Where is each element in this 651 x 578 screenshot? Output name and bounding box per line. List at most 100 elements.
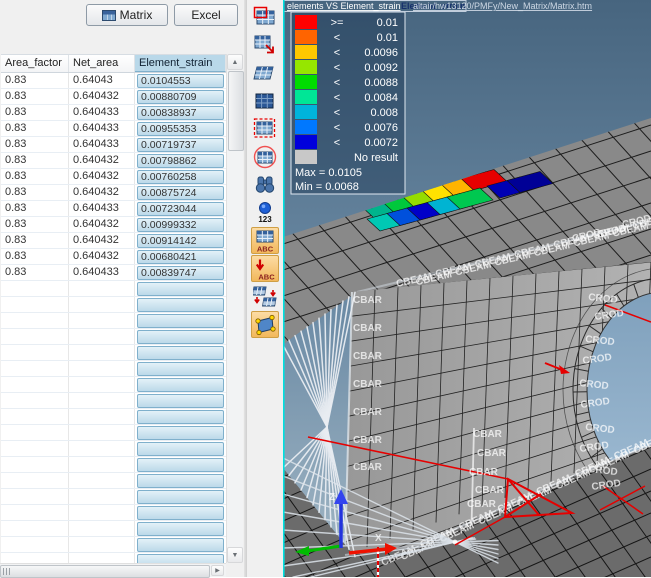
element-strain-field[interactable] bbox=[137, 298, 224, 312]
table-row[interactable]: 0.830.6404320.00880709 bbox=[1, 89, 226, 105]
vertical-scroll-thumb[interactable] bbox=[228, 71, 244, 151]
table-row[interactable] bbox=[1, 409, 226, 425]
element-strain-field[interactable]: 0.00914142 bbox=[137, 234, 224, 248]
table-row[interactable] bbox=[1, 313, 226, 329]
matrix-toolbar: 123ABCABC bbox=[248, 0, 283, 577]
element-strain-field[interactable]: 0.00719737 bbox=[137, 138, 224, 152]
table-row[interactable]: 0.830.6404320.00875724 bbox=[1, 185, 226, 201]
horizontal-scrollbar[interactable]: ▶ bbox=[0, 563, 226, 577]
element-strain-field[interactable] bbox=[137, 474, 224, 488]
element-strain-field[interactable] bbox=[137, 410, 224, 424]
matrix-table-icon bbox=[102, 10, 116, 21]
table-row[interactable]: 0.830.6404330.00955353 bbox=[1, 121, 226, 137]
3d-viewport[interactable]: CBEAMCBEAMCBEAMCBEAMCBEAMCBEAMCBEAMCBEAM… bbox=[283, 0, 651, 577]
toolbar-quad-element[interactable] bbox=[251, 311, 279, 338]
scroll-grip-icon bbox=[3, 568, 12, 575]
element-strain-field[interactable]: 0.0104553 bbox=[137, 74, 224, 88]
svg-text:CBAR: CBAR bbox=[353, 379, 383, 390]
table-row[interactable] bbox=[1, 297, 226, 313]
toolbar-find[interactable] bbox=[251, 171, 279, 198]
table-row[interactable]: 0.830.6404330.00839747 bbox=[1, 265, 226, 281]
net-area-cell: 0.640433 bbox=[69, 137, 135, 152]
element-strain-field[interactable]: 0.00838937 bbox=[137, 106, 224, 120]
table-row[interactable] bbox=[1, 345, 226, 361]
toolbar-matrix-export[interactable] bbox=[251, 31, 279, 58]
table-row[interactable]: 0.830.6404320.00999332 bbox=[1, 217, 226, 233]
table-row[interactable] bbox=[1, 441, 226, 457]
element-strain-field[interactable] bbox=[137, 426, 224, 440]
element-strain-field[interactable] bbox=[137, 282, 224, 296]
table-row[interactable] bbox=[1, 521, 226, 537]
element-strain-field[interactable]: 0.00880709 bbox=[137, 90, 224, 104]
table-row[interactable]: 0.830.6404320.00798862 bbox=[1, 153, 226, 169]
area-factor-cell bbox=[1, 521, 69, 536]
table-row[interactable] bbox=[1, 361, 226, 377]
column-header-net-area[interactable]: Net_area bbox=[69, 55, 135, 72]
table-row[interactable] bbox=[1, 281, 226, 297]
element-strain-field[interactable] bbox=[137, 442, 224, 456]
net-area-cell: 0.640433 bbox=[69, 201, 135, 216]
matrix-button-label: Matrix bbox=[120, 8, 153, 22]
toolbar-matrix-sync[interactable] bbox=[251, 283, 279, 310]
results-table: Area_factor Net_area Element_strain 0.83… bbox=[1, 54, 226, 564]
table-header: Area_factor Net_area Element_strain bbox=[1, 55, 226, 73]
element-strain-field[interactable] bbox=[137, 506, 224, 520]
scroll-right-icon[interactable]: ▶ bbox=[211, 565, 224, 576]
toolbar-matrix-locate[interactable] bbox=[251, 143, 279, 170]
area-factor-cell: 0.83 bbox=[1, 249, 69, 264]
toolbar-show-numbers[interactable]: 123 bbox=[251, 199, 279, 226]
element-strain-field[interactable] bbox=[137, 346, 224, 360]
toolbar-matrix-region[interactable] bbox=[251, 115, 279, 142]
toolbar-matrix-select[interactable] bbox=[251, 3, 279, 30]
toolbar-matrix-solid[interactable] bbox=[251, 87, 279, 114]
table-row[interactable] bbox=[1, 425, 226, 441]
table-row[interactable] bbox=[1, 377, 226, 393]
table-row[interactable] bbox=[1, 473, 226, 489]
element-strain-field[interactable]: 0.00999332 bbox=[137, 218, 224, 232]
element-strain-field[interactable] bbox=[137, 538, 224, 552]
scroll-down-icon[interactable]: ▼ bbox=[227, 547, 243, 563]
element-strain-field[interactable]: 0.00798862 bbox=[137, 154, 224, 168]
table-row[interactable]: 0.830.6404320.00760258 bbox=[1, 169, 226, 185]
table-row[interactable] bbox=[1, 489, 226, 505]
element-strain-field[interactable] bbox=[137, 362, 224, 376]
element-strain-field[interactable] bbox=[137, 378, 224, 392]
table-row[interactable]: 0.830.6404320.00680421 bbox=[1, 249, 226, 265]
vertical-scrollbar[interactable]: ▲ ▼ bbox=[226, 54, 243, 563]
panel-splitter[interactable] bbox=[244, 0, 247, 577]
element-strain-field[interactable] bbox=[137, 458, 224, 472]
table-row[interactable] bbox=[1, 393, 226, 409]
element-strain-field[interactable] bbox=[137, 490, 224, 504]
table-row[interactable]: 0.830.6404330.00719737 bbox=[1, 137, 226, 153]
table-row[interactable] bbox=[1, 329, 226, 345]
toolbar-matrix-tilt[interactable] bbox=[251, 59, 279, 86]
element-strain-field[interactable] bbox=[137, 394, 224, 408]
table-row[interactable] bbox=[1, 505, 226, 521]
element-strain-field[interactable] bbox=[137, 314, 224, 328]
element-strain-field[interactable]: 0.00955353 bbox=[137, 122, 224, 136]
element-strain-field[interactable]: 0.00875724 bbox=[137, 186, 224, 200]
element-strain-field[interactable]: 0.00839747 bbox=[137, 266, 224, 280]
column-header-area-factor[interactable]: Area_factor bbox=[1, 55, 69, 72]
excel-button[interactable]: Excel bbox=[174, 4, 238, 26]
matrix-button[interactable]: Matrix bbox=[86, 4, 168, 26]
svg-text:<: < bbox=[334, 137, 340, 149]
column-header-element-strain[interactable]: Element_strain bbox=[135, 55, 226, 72]
table-row[interactable] bbox=[1, 457, 226, 473]
element-strain-field[interactable] bbox=[137, 330, 224, 344]
toolbar-show-labels[interactable]: ABC bbox=[251, 227, 279, 254]
application-window: Matrix Excel Area_factor Net_area Elemen… bbox=[0, 0, 651, 577]
element-strain-field[interactable] bbox=[137, 522, 224, 536]
element-strain-field[interactable]: 0.00680421 bbox=[137, 250, 224, 264]
element-strain-field[interactable]: 0.00760258 bbox=[137, 170, 224, 184]
net-area-cell bbox=[69, 457, 135, 472]
scroll-up-icon[interactable]: ▲ bbox=[227, 54, 243, 70]
horizontal-scroll-thumb[interactable] bbox=[0, 565, 210, 578]
table-row[interactable]: 0.830.6404320.00914142 bbox=[1, 233, 226, 249]
table-row[interactable]: 0.830.6404330.00838937 bbox=[1, 105, 226, 121]
element-strain-field[interactable]: 0.00723044 bbox=[137, 202, 224, 216]
table-row[interactable]: 0.830.6404330.00723044 bbox=[1, 201, 226, 217]
table-row[interactable] bbox=[1, 537, 226, 553]
toolbar-import-labels[interactable]: ABC bbox=[251, 255, 279, 282]
table-row[interactable]: 0.830.640430.0104553 bbox=[1, 73, 226, 89]
